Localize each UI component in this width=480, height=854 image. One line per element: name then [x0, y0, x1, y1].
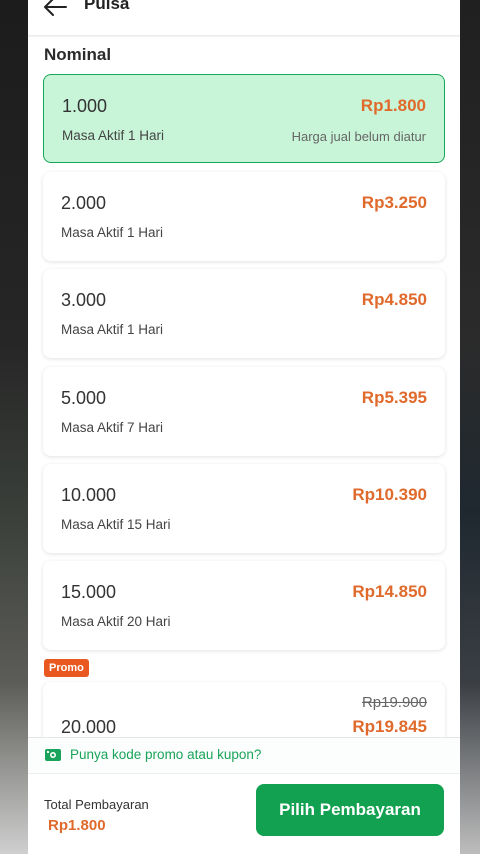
nominal-amount: 5.000	[61, 388, 107, 408]
active-period: Masa Aktif 15 Hari	[61, 517, 171, 532]
nominal-option-1000[interactable]: 1.000 Masa Aktif 1 Hari Rp1.800 Harga ju…	[43, 74, 445, 163]
price: Rp14.850	[352, 582, 427, 601]
active-period: Masa Aktif 7 Hari	[61, 420, 164, 435]
active-period: Masa Aktif 1 Hari	[61, 322, 164, 337]
top-bar: Pulsa	[28, 0, 460, 36]
nominal-option-3000[interactable]: 3.000 Masa Aktif 1 Hari Rp4.850	[43, 269, 445, 358]
section-title: Nominal	[44, 45, 112, 64]
price-note: Harga jual belum diatur	[291, 129, 426, 144]
checkout-bar: Punya kode promo atau kupon? Total Pemba…	[28, 737, 460, 854]
price: Rp19.845	[352, 717, 427, 736]
price: Rp1.800	[360, 96, 426, 115]
background-right	[458, 0, 480, 854]
active-period: Masa Aktif 1 Hari	[61, 225, 164, 240]
app-screen: Pulsa Nominal 1.000 Masa Aktif 1 Hari Rp…	[28, 0, 460, 854]
coupon-row[interactable]: Punya kode promo atau kupon?	[28, 738, 460, 774]
coupon-link[interactable]: Punya kode promo atau kupon?	[70, 747, 261, 762]
nominal-option-15000[interactable]: 15.000 Masa Aktif 20 Hari Rp14.850	[43, 561, 445, 650]
page-title: Pulsa	[84, 0, 130, 13]
price: Rp5.395	[361, 388, 427, 407]
nominal-section: Nominal 1.000 Masa Aktif 1 Hari Rp1.800 …	[28, 37, 460, 762]
nominal-option-2000[interactable]: 2.000 Masa Aktif 1 Hari Rp3.250	[43, 172, 445, 261]
coupon-icon	[44, 748, 62, 762]
nominal-amount: 10.000	[61, 485, 117, 505]
arrow-left-icon[interactable]	[42, 0, 68, 18]
price: Rp10.390	[352, 485, 427, 504]
total-value: Rp1.800	[48, 817, 106, 834]
nominal-amount: 3.000	[61, 290, 107, 310]
nominal-amount: 20.000	[61, 717, 117, 737]
price: Rp4.850	[361, 290, 427, 309]
active-period: Masa Aktif 20 Hari	[61, 614, 171, 629]
promo-badge: Promo	[44, 659, 89, 677]
active-period: Masa Aktif 1 Hari	[62, 128, 165, 143]
nominal-amount: 2.000	[61, 193, 107, 213]
nominal-amount: 15.000	[61, 582, 117, 602]
nominal-amount: 1.000	[62, 96, 108, 116]
original-price: Rp19.900	[361, 694, 427, 711]
background-left	[0, 0, 28, 854]
nominal-option-10000[interactable]: 10.000 Masa Aktif 15 Hari Rp10.390	[43, 464, 445, 553]
price: Rp3.250	[361, 193, 427, 212]
total-label: Total Pembayaran	[44, 797, 149, 812]
choose-payment-button[interactable]: Pilih Pembayaran	[256, 784, 444, 836]
nominal-option-5000[interactable]: 5.000 Masa Aktif 7 Hari Rp5.395	[43, 367, 445, 456]
